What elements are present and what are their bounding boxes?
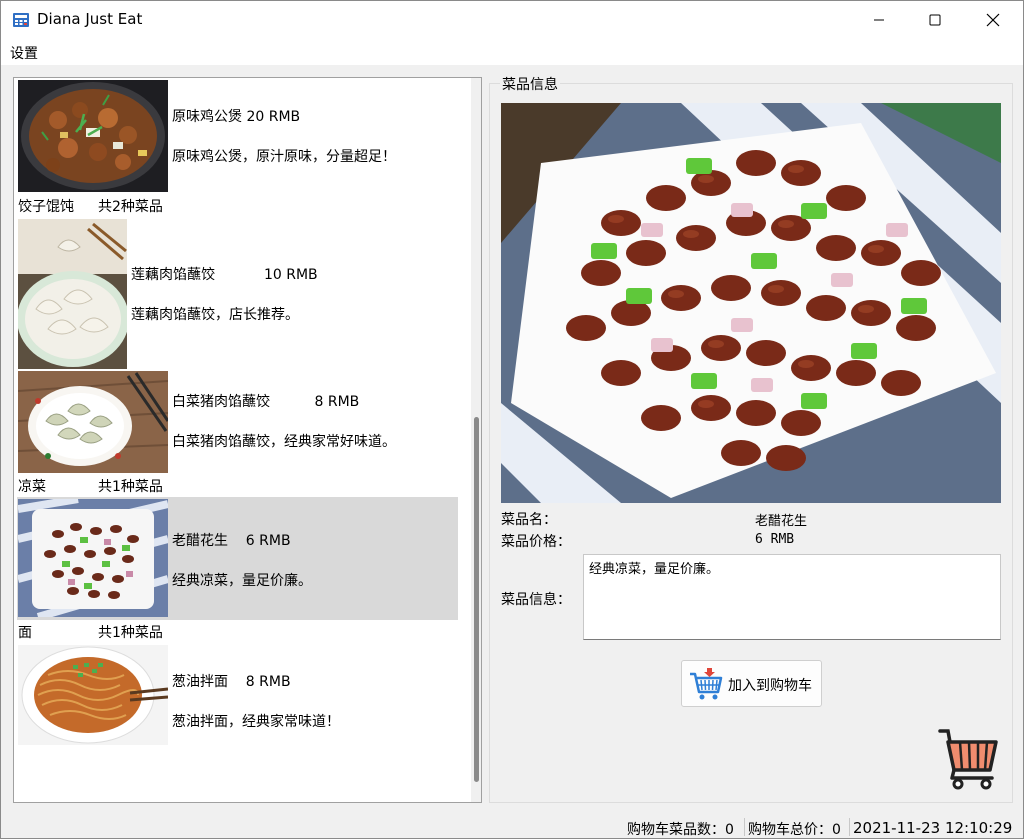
dish-price-value: 6 RMB [755, 532, 795, 547]
dish-info-textbox[interactable]: 经典凉菜，量足价廉。 [583, 554, 1001, 640]
list-scrollbar[interactable] [471, 78, 481, 802]
add-to-cart-button[interactable]: 加入到购物车 [681, 660, 822, 707]
list-item[interactable]: 白菜猪肉馅蘸饺 8 RMB 白菜猪肉馅蘸饺，经典家常好味道。 [17, 369, 458, 479]
dish-description: 经典凉菜，量足价廉。 [172, 573, 312, 589]
category-name: 饺子馄饨 [18, 199, 74, 215]
dish-name-label: 菜品名： [501, 512, 557, 528]
group-title: 菜品信息 [500, 74, 560, 94]
category-header: 面 共1种菜品 [18, 622, 318, 642]
dish-image [18, 219, 127, 369]
list-item-selected[interactable]: 老醋花生 6 RMB 经典凉菜，量足价廉。 [17, 497, 458, 620]
dish-name-value: 老醋花生 [755, 514, 808, 529]
status-separator [744, 818, 745, 836]
dish-info-label: 菜品信息： [501, 592, 571, 608]
dish-image [18, 499, 168, 617]
maximize-button[interactable] [907, 1, 963, 39]
category-header: 饺子馄饨 共2种菜品 [18, 196, 318, 216]
category-header: 凉菜 共1种菜品 [18, 476, 318, 496]
category-name: 面 [18, 625, 32, 641]
cart-count-status: 购物车菜品数：0 [627, 822, 734, 838]
app-icon [13, 13, 29, 27]
category-count: 共1种菜品 [98, 625, 163, 641]
dish-title: 老醋花生 6 RMB [172, 533, 291, 549]
dish-image [18, 371, 168, 473]
minimize-icon [874, 19, 884, 21]
list-item[interactable]: 莲藕肉馅蘸饺 10 RMB 莲藕肉馅蘸饺，店长推荐。 [17, 217, 458, 369]
list-item[interactable]: 葱油拌面 8 RMB 葱油拌面，经典家常味道！ [17, 643, 458, 749]
datetime-status: 2021-11-23 12:10:29 [853, 819, 1013, 837]
dish-hero-image [501, 103, 1001, 503]
category-name: 凉菜 [18, 479, 46, 495]
dish-title: 莲藕肉馅蘸饺 10 RMB [131, 267, 318, 283]
add-to-cart-label: 加入到购物车 [728, 678, 812, 694]
dish-title: 原味鸡公煲 20 RMB [172, 109, 301, 125]
list-item[interactable]: 原味鸡公煲 20 RMB 原味鸡公煲，原汁原味，分量超足！ [17, 78, 458, 196]
maximize-icon [929, 14, 941, 26]
category-count: 共1种菜品 [98, 479, 163, 495]
close-button[interactable] [965, 1, 1021, 39]
status-separator [849, 818, 850, 836]
dish-image [18, 80, 168, 192]
close-icon [986, 13, 1000, 27]
title-bar[interactable]: Diana Just Eat [1, 1, 1023, 39]
cart-total-status: 购物车总价：0 [748, 822, 841, 838]
dish-title: 葱油拌面 8 RMB [172, 674, 291, 690]
dish-title: 白菜猪肉馅蘸饺 8 RMB [172, 394, 360, 410]
menu-settings[interactable]: 设置 [10, 43, 38, 63]
cart-add-icon [690, 668, 723, 700]
dish-image [18, 645, 168, 745]
window-title: Diana Just Eat [37, 10, 143, 28]
main-window: Diana Just Eat 设置 原味鸡公煲 20 RMB 原味鸡公煲，原汁原… [0, 0, 1024, 839]
dish-price-label: 菜品价格： [501, 534, 571, 550]
dish-description: 葱油拌面，经典家常味道！ [172, 714, 340, 730]
scrollbar-thumb[interactable] [474, 417, 479, 782]
dish-description: 原味鸡公煲，原汁原味，分量超足！ [172, 149, 396, 165]
dish-description: 莲藕肉馅蘸饺，店长推荐。 [131, 307, 299, 323]
category-count: 共2种菜品 [98, 199, 163, 215]
dish-list[interactable]: 原味鸡公煲 20 RMB 原味鸡公煲，原汁原味，分量超足！ 饺子馄饨 共2种菜品 [13, 77, 482, 803]
minimize-button[interactable] [851, 1, 907, 39]
dish-description: 白菜猪肉馅蘸饺，经典家常好味道。 [172, 434, 396, 450]
shopping-cart-icon[interactable] [938, 728, 998, 790]
menu-bar: 设置 [1, 39, 1023, 65]
status-bar: 购物车菜品数：0 购物车总价：0 2021-11-23 12:10:29 [1, 815, 1023, 839]
